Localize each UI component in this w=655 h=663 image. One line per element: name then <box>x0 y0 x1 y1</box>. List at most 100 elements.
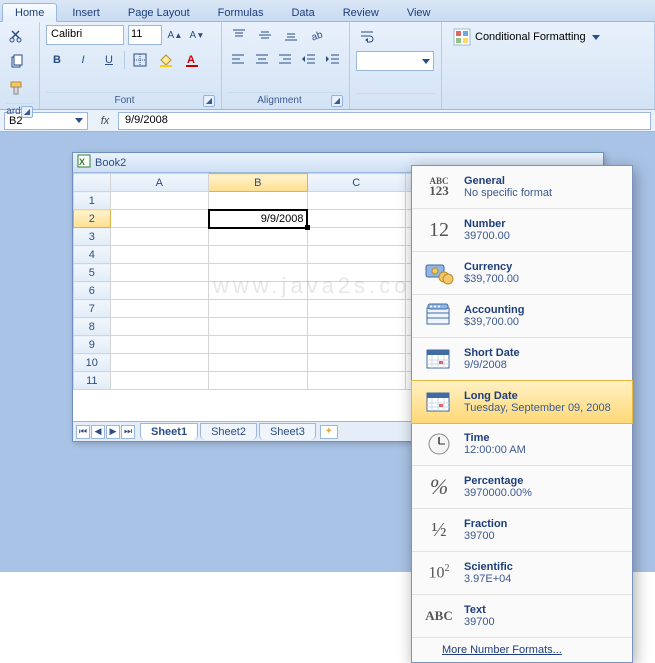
row-header-8[interactable]: 8 <box>74 318 111 336</box>
cell-B6[interactable] <box>209 282 307 300</box>
cell-C7[interactable] <box>307 300 405 318</box>
cell-C5[interactable] <box>307 264 405 282</box>
format-option-number[interactable]: 12Number39700.00 <box>412 209 632 252</box>
format-painter-icon[interactable] <box>6 77 28 99</box>
tab-page-layout[interactable]: Page Layout <box>115 3 203 21</box>
cell-B8[interactable] <box>209 318 307 336</box>
tab-insert[interactable]: Insert <box>59 3 113 21</box>
italic-button[interactable]: I <box>72 49 94 71</box>
row-header-9[interactable]: 9 <box>74 336 111 354</box>
row-header-6[interactable]: 6 <box>74 282 111 300</box>
row-header-11[interactable]: 11 <box>74 372 111 390</box>
format-option-percentage[interactable]: %Percentage3970000.00% <box>412 466 632 509</box>
cell-A11[interactable] <box>110 372 208 390</box>
insert-function-icon[interactable]: fx <box>92 115 118 127</box>
format-option-time[interactable]: Time12:00:00 AM <box>412 423 632 466</box>
decrease-font-icon[interactable]: A▼ <box>188 26 206 44</box>
align-right-icon[interactable] <box>276 49 296 69</box>
increase-indent-icon[interactable] <box>323 49 343 69</box>
borders-button[interactable] <box>129 49 151 71</box>
align-middle-icon[interactable] <box>254 25 276 45</box>
cell-B3[interactable] <box>209 228 307 246</box>
cell-A6[interactable] <box>110 282 208 300</box>
cell-A2[interactable] <box>110 210 208 228</box>
cell-B4[interactable] <box>209 246 307 264</box>
fill-color-button[interactable] <box>155 49 177 71</box>
format-option-accounting[interactable]: Accounting$39,700.00 <box>412 295 632 338</box>
font-name-combo[interactable]: Calibri <box>46 25 124 45</box>
row-header-4[interactable]: 4 <box>74 246 111 264</box>
cell-C11[interactable] <box>307 372 405 390</box>
row-header-1[interactable]: 1 <box>74 192 111 210</box>
sheet-tab-1[interactable]: Sheet1 <box>140 423 198 440</box>
alignment-dialog-launcher-icon[interactable]: ◢ <box>331 95 343 107</box>
orientation-icon[interactable]: ab <box>306 25 328 45</box>
cell-C8[interactable] <box>307 318 405 336</box>
format-option-text[interactable]: ABCText39700 <box>412 595 632 638</box>
column-header-B[interactable]: B <box>209 174 307 192</box>
tab-review[interactable]: Review <box>330 3 392 21</box>
cell-C3[interactable] <box>307 228 405 246</box>
increase-font-icon[interactable]: A▲ <box>166 26 184 44</box>
format-option-shortdate[interactable]: Short Date9/9/2008 <box>412 338 632 381</box>
cell-B2[interactable]: 9/9/2008 <box>209 210 307 228</box>
wrap-text-icon[interactable] <box>356 25 378 47</box>
cell-A5[interactable] <box>110 264 208 282</box>
cell-C10[interactable] <box>307 354 405 372</box>
align-left-icon[interactable] <box>228 49 248 69</box>
cell-A7[interactable] <box>110 300 208 318</box>
decrease-indent-icon[interactable] <box>299 49 319 69</box>
tab-data[interactable]: Data <box>278 3 327 21</box>
sheet-nav-first-icon[interactable]: ⏮ <box>76 425 90 439</box>
bold-button[interactable]: B <box>46 49 68 71</box>
cell-B1[interactable] <box>209 192 307 210</box>
cell-B9[interactable] <box>209 336 307 354</box>
insert-sheet-icon[interactable]: ✦ <box>320 425 338 439</box>
cell-C4[interactable] <box>307 246 405 264</box>
align-top-icon[interactable] <box>228 25 250 45</box>
tab-formulas[interactable]: Formulas <box>205 3 277 21</box>
sheet-tab-3[interactable]: Sheet3 <box>259 423 316 440</box>
more-number-formats[interactable]: More Number Formats... <box>412 638 632 662</box>
more-number-formats-link[interactable]: More Number Formats... <box>442 644 562 656</box>
underline-button[interactable]: U <box>98 49 120 71</box>
cell-C9[interactable] <box>307 336 405 354</box>
cell-A1[interactable] <box>110 192 208 210</box>
cell-A9[interactable] <box>110 336 208 354</box>
format-option-scientific[interactable]: 102Scientific3.97E+04 <box>412 552 632 595</box>
cell-A3[interactable] <box>110 228 208 246</box>
select-all-corner[interactable] <box>74 174 111 192</box>
cut-icon[interactable] <box>6 25 28 47</box>
column-header-A[interactable]: A <box>110 174 208 192</box>
format-option-general[interactable]: ABC123GeneralNo specific format <box>412 166 632 209</box>
sheet-nav-next-icon[interactable]: ▶ <box>106 425 120 439</box>
row-header-7[interactable]: 7 <box>74 300 111 318</box>
sheet-nav-last-icon[interactable]: ⏭ <box>121 425 135 439</box>
format-option-currency[interactable]: Currency$39,700.00 <box>412 252 632 295</box>
font-color-button[interactable]: A <box>181 49 203 71</box>
cell-C1[interactable] <box>307 192 405 210</box>
sheet-nav-prev-icon[interactable]: ◀ <box>91 425 105 439</box>
cell-A8[interactable] <box>110 318 208 336</box>
tab-home[interactable]: Home <box>2 3 57 22</box>
row-header-5[interactable]: 5 <box>74 264 111 282</box>
format-option-longdate[interactable]: Long DateTuesday, September 09, 2008 <box>411 380 633 424</box>
tab-view[interactable]: View <box>394 3 444 21</box>
cell-B5[interactable] <box>209 264 307 282</box>
cell-C6[interactable] <box>307 282 405 300</box>
conditional-formatting-button[interactable]: Conditional Formatting <box>448 25 605 49</box>
cell-A4[interactable] <box>110 246 208 264</box>
row-header-2[interactable]: 2 <box>74 210 111 228</box>
cell-B10[interactable] <box>209 354 307 372</box>
font-dialog-launcher-icon[interactable]: ◢ <box>203 95 215 107</box>
copy-icon[interactable] <box>6 51 28 73</box>
cell-A10[interactable] <box>110 354 208 372</box>
cell-B11[interactable] <box>209 372 307 390</box>
format-option-fraction[interactable]: ½Fraction39700 <box>412 509 632 552</box>
row-header-10[interactable]: 10 <box>74 354 111 372</box>
column-header-C[interactable]: C <box>307 174 405 192</box>
align-bottom-icon[interactable] <box>280 25 302 45</box>
align-center-icon[interactable] <box>252 49 272 69</box>
number-format-combo[interactable] <box>356 51 434 71</box>
row-header-3[interactable]: 3 <box>74 228 111 246</box>
